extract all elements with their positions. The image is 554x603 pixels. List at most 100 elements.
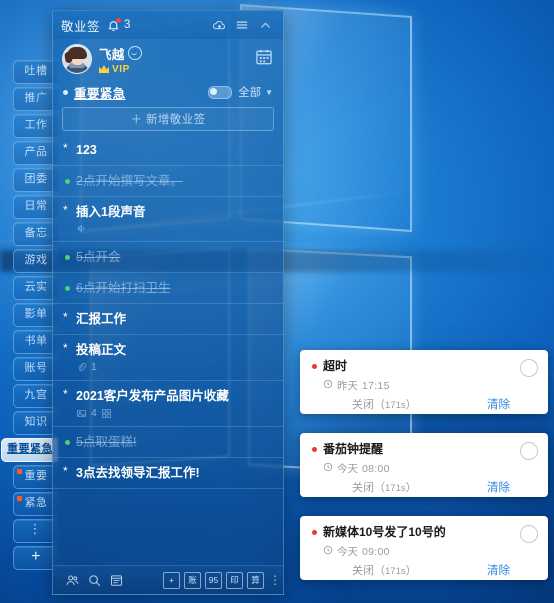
menu-icon[interactable] (232, 15, 252, 35)
calculator-button[interactable]: 算 (247, 571, 264, 589)
notification-bell-icon[interactable] (107, 17, 122, 32)
toast-checkbox[interactable] (520, 525, 538, 543)
app-titlebar: 敬业签 3 (53, 11, 283, 39)
show-all-toggle[interactable] (208, 85, 233, 99)
toast-close-label-end: ） (405, 399, 417, 411)
toast-clock: 09:00 (362, 545, 390, 558)
note-title: 5点取蛋糕! (76, 435, 137, 449)
toast-checkbox[interactable] (520, 442, 538, 460)
note-meta-count: 4 (91, 407, 97, 419)
note-body: 2点开始撰写文章。 (76, 174, 271, 189)
reminder-toast[interactable]: 番茄钟提醒今天 08:00 关闭（171s） 清除 (300, 433, 548, 497)
note-title: 汇报工作 (76, 312, 127, 326)
toast-close-label: 关闭（ (352, 482, 385, 494)
note-list[interactable]: 123 2点开始撰写文章。插入1段声音 5点开会 6点开始打扫卫生汇报工作投稿正文 1 2… (53, 135, 283, 565)
rail-tab-14[interactable]: 重要紧急 (1, 438, 58, 462)
note-title: 2021客户发布产品图片收藏 (76, 389, 229, 403)
toast-clear-button[interactable]: 清除 (487, 562, 510, 578)
toast-header: 新媒体10号发了10号的 (312, 524, 538, 543)
chevron-down-icon[interactable]: ▼ (265, 88, 273, 97)
toast-close-countdown: 171s (385, 483, 406, 494)
note-star-bullet[interactable] (63, 341, 70, 355)
calendar-day-button[interactable]: 95 (205, 571, 222, 589)
toast-close-button[interactable]: 关闭（171s） (352, 479, 417, 495)
toast-title: 新媒体10号发了10号的 (323, 525, 446, 539)
note-body: 插入1段声音 (76, 205, 271, 234)
toast-time-row: 今天 09:00 (323, 544, 538, 559)
contacts-icon[interactable] (61, 570, 83, 590)
note-item[interactable]: 6点开始打扫卫生 (53, 273, 283, 304)
scope-label[interactable]: 全部 (238, 84, 261, 100)
search-icon[interactable] (83, 570, 105, 590)
note-item[interactable]: 2021客户发布产品图片收藏 4 (53, 381, 283, 427)
user-profile-row[interactable]: 飞越 VIP (53, 39, 283, 79)
notes-icon[interactable] (105, 570, 127, 590)
note-item[interactable]: 3点去找领导汇报工作! (53, 458, 283, 489)
clock-icon (323, 379, 333, 392)
note-meta (76, 223, 271, 234)
note-item[interactable]: 5点取蛋糕! (53, 427, 283, 458)
note-item[interactable]: 插入1段声音 (53, 197, 283, 242)
toast-close-button[interactable]: 关闭（171s） (352, 562, 417, 578)
toast-time-row: 今天 08:00 (323, 461, 538, 476)
note-star-bullet[interactable] (63, 310, 70, 324)
note-done-bullet[interactable] (65, 440, 70, 445)
reminder-toast[interactable]: 超时 昨天 17:15 关闭（171s） 清除 (300, 350, 548, 414)
avatar[interactable] (62, 44, 92, 74)
note-star-bullet[interactable] (63, 203, 70, 217)
note-done-bullet[interactable] (65, 179, 70, 184)
toast-alert-dot (312, 447, 317, 452)
account-button[interactable]: 账 (184, 571, 201, 589)
note-star-bullet[interactable] (63, 141, 70, 155)
note-done-bullet[interactable] (65, 255, 70, 260)
note-meta-count: 1 (91, 361, 97, 373)
rail-tab-badge (17, 469, 22, 474)
note-body: 5点开会 (76, 250, 271, 265)
note-item[interactable]: 2点开始撰写文章。 (53, 166, 283, 197)
toast-clear-button[interactable]: 清除 (487, 479, 510, 495)
note-body: 5点取蛋糕! (76, 435, 271, 450)
toast-alert-dot (312, 530, 317, 535)
toast-clear-button[interactable]: 清除 (487, 396, 510, 412)
calendar-icon[interactable] (254, 47, 274, 72)
note-body: 3点去找领导汇报工作! (76, 466, 271, 481)
note-item[interactable]: 123 (53, 135, 283, 166)
note-star-bullet[interactable] (63, 387, 70, 401)
add-button[interactable]: + (163, 571, 180, 589)
note-done-bullet[interactable] (65, 286, 70, 291)
toast-close-label-end: ） (405, 482, 417, 494)
note-item[interactable]: 汇报工作 (53, 304, 283, 335)
more-options-icon[interactable]: ⋮ (269, 574, 281, 586)
toast-alert-dot (312, 364, 317, 369)
attachment-icon (76, 362, 87, 373)
note-star-bullet[interactable] (63, 464, 70, 478)
stamp-button[interactable]: 印 (226, 571, 243, 589)
profile-text-block: 飞越 VIP (99, 44, 142, 75)
note-title: 2点开始撰写文章。 (76, 174, 183, 188)
note-item[interactable]: 投稿正文 1 (53, 335, 283, 381)
qr-icon (101, 408, 112, 419)
toast-header: 超时 (312, 358, 538, 377)
audio-icon (76, 223, 87, 234)
collapse-icon[interactable] (255, 15, 275, 35)
toast-close-label: 关闭（ (352, 565, 385, 577)
app-title: 敬业签 (61, 19, 101, 34)
toast-time-row: 昨天 17:15 (323, 378, 538, 393)
current-category-label[interactable]: 重要紧急 (74, 83, 126, 102)
note-title: 5点开会 (76, 250, 121, 264)
reminder-toast[interactable]: 新媒体10号发了10号的今天 09:00 关闭（171s） 清除 (300, 516, 548, 580)
jingyeqian-app-window: 敬业签 3 飞越 VIP 重要紧急 全部 ▼ ＋ 新增敬业签 * 123 2点开… (52, 10, 284, 595)
toast-close-label: 关闭（ (352, 399, 385, 411)
note-title: 投稿正文 (76, 343, 127, 357)
cloud-sync-icon[interactable] (209, 15, 229, 35)
vip-badge[interactable]: VIP (99, 64, 142, 75)
note-item[interactable]: 5点开会 (53, 242, 283, 273)
toast-checkbox[interactable] (520, 359, 538, 377)
toast-title: 番茄钟提醒 (323, 442, 384, 456)
toast-actions: 关闭（171s） 清除 (312, 479, 538, 495)
toast-day: 今天 (337, 546, 358, 558)
clock-icon (323, 462, 333, 475)
image-icon (76, 408, 87, 419)
new-note-button[interactable]: ＋ 新增敬业签 (62, 107, 274, 131)
toast-close-button[interactable]: 关闭（171s） (352, 396, 417, 412)
